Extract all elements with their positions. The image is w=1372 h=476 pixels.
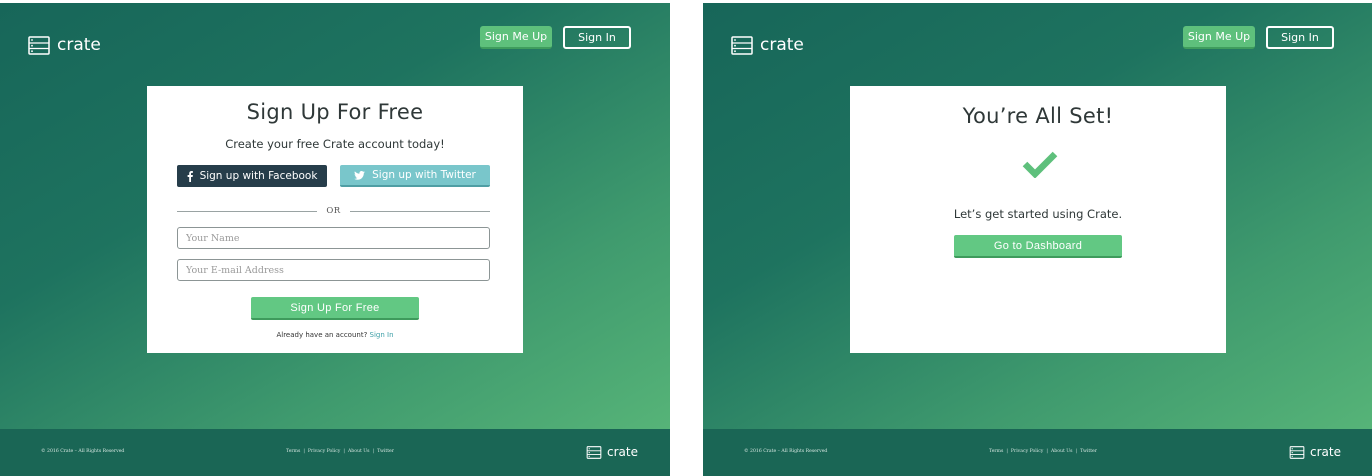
footer: © 2016 Crate – All Rights Reserved Terms… <box>703 429 1372 476</box>
footer-separator: | <box>303 449 305 454</box>
crate-logo-icon <box>28 35 50 55</box>
card-title: Sign Up For Free <box>246 100 424 124</box>
twitter-signup-button[interactable]: Sign up with Twitter <box>340 165 490 187</box>
signup-card: Sign Up For Free Create your free Crate … <box>147 86 523 353</box>
crate-logo[interactable]: crate <box>731 35 804 55</box>
footer-link-privacy[interactable]: Privacy Policy <box>308 449 341 454</box>
facebook-icon <box>187 170 193 182</box>
footer-separator: | <box>343 449 345 454</box>
footer-logo[interactable]: crate <box>586 445 638 459</box>
go-to-dashboard-button[interactable]: Go to Dashboard <box>954 235 1122 258</box>
footer-links: Terms | Privacy Policy | About Us | Twit… <box>989 449 1097 454</box>
footer-link-twitter[interactable]: Twitter <box>1080 449 1097 454</box>
footer-separator: | <box>1075 449 1078 454</box>
checkmark-icon <box>1022 151 1058 178</box>
footer-link-twitter[interactable]: Twitter <box>377 449 394 454</box>
footer-link-terms[interactable]: Terms <box>989 449 1003 454</box>
crate-logo-icon <box>731 35 753 55</box>
twitter-signup-label: Sign up with Twitter <box>372 169 476 181</box>
sign-in-button[interactable]: Sign In <box>1266 26 1334 49</box>
crate-logo[interactable]: crate <box>28 35 101 55</box>
or-divider: OR <box>177 205 490 217</box>
twitter-icon <box>354 170 366 180</box>
divider-line-right <box>350 211 490 212</box>
copyright-text: © 2016 Crate – All Rights Reserved <box>744 449 828 454</box>
sign-in-link[interactable]: Sign In <box>370 331 394 339</box>
already-text: Already have an account? <box>276 331 368 339</box>
footer-logo[interactable]: crate <box>1289 445 1341 459</box>
footer-link-about[interactable]: About Us <box>348 449 370 454</box>
copyright-text: © 2016 Crate – All Rights Reserved <box>41 449 125 454</box>
footer-link-about[interactable]: About Us <box>1051 449 1073 454</box>
footer-link-terms[interactable]: Terms <box>286 449 300 454</box>
sign-in-button[interactable]: Sign In <box>563 26 631 49</box>
facebook-signup-label: Sign up with Facebook <box>199 170 318 182</box>
success-screen: crate Sign Me Up Sign In You’re All Set!… <box>703 3 1372 476</box>
sign-me-up-button[interactable]: Sign Me Up <box>480 26 552 49</box>
footer-link-privacy[interactable]: Privacy Policy <box>1011 449 1044 454</box>
name-input[interactable] <box>177 227 490 249</box>
already-have-account: Already have an account? Sign In <box>147 331 523 339</box>
success-title: You’re All Set! <box>962 104 1114 128</box>
footer-separator: | <box>1046 449 1048 454</box>
logo-text: crate <box>57 35 101 55</box>
crate-logo-icon <box>1289 445 1305 459</box>
footer-separator: | <box>1006 449 1008 454</box>
email-input[interactable] <box>177 259 490 281</box>
footer-logo-text: crate <box>1310 445 1341 459</box>
footer-separator: | <box>372 449 375 454</box>
footer-logo-text: crate <box>607 445 638 459</box>
signup-screen: crate Sign Me Up Sign In Sign Up For Fre… <box>0 3 670 476</box>
success-message: Let’s get started using Crate. <box>953 207 1123 221</box>
logo-text: crate <box>760 35 804 55</box>
crate-logo-icon <box>586 445 602 459</box>
card-subtitle: Create your free Crate account today! <box>225 137 445 151</box>
sign-me-up-button[interactable]: Sign Me Up <box>1183 26 1255 49</box>
sign-up-for-free-button[interactable]: Sign Up For Free <box>251 297 419 320</box>
facebook-signup-button[interactable]: Sign up with Facebook <box>177 165 327 187</box>
footer-links: Terms | Privacy Policy | About Us | Twit… <box>286 449 394 454</box>
footer: © 2016 Crate – All Rights Reserved Terms… <box>0 429 670 476</box>
success-card: You’re All Set! Let’s get started using … <box>850 86 1226 353</box>
